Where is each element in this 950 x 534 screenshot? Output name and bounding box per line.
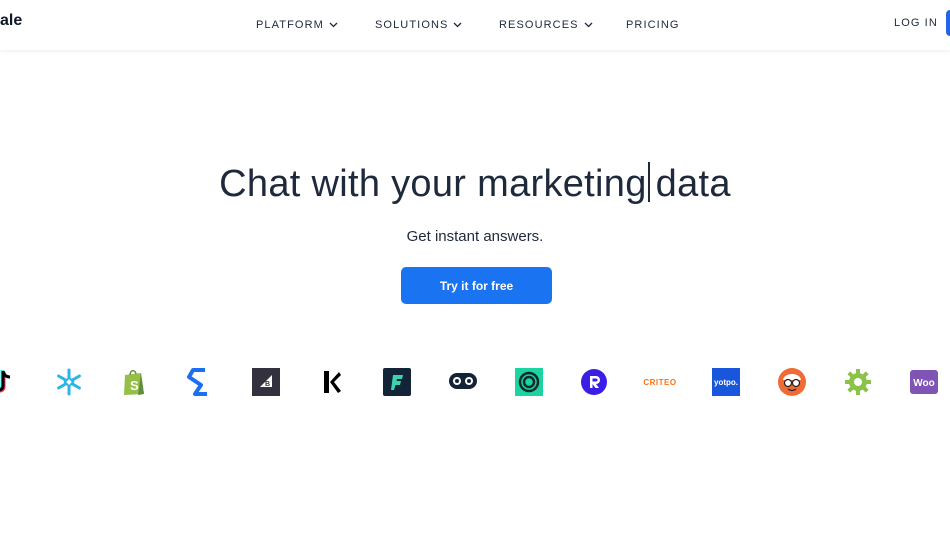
hootsuite-icon [447,364,479,400]
login-link[interactable]: LOG IN [894,17,938,29]
nav-platform[interactable]: PLATFORM [256,19,338,31]
stackadapt-icon [183,364,215,400]
shopify-icon: S [118,364,150,400]
gear-icon [842,364,874,400]
woo-text: Woo [913,378,934,389]
headline-text: Chat with your marketing [219,163,647,205]
hero-headline: Chat with your marketing data [0,162,950,206]
funnel-icon [381,364,413,400]
woocommerce-icon: Woo [908,364,940,400]
chevron-down-icon [329,22,338,28]
nav-resources-label: RESOURCES [499,19,579,31]
yotpo-logo: yotpo. [710,364,742,400]
nav-solutions-label: SOLUTIONS [375,19,449,31]
tiktok-icon [0,364,18,400]
klaviyo-icon [316,364,348,400]
circular-icon [513,364,545,400]
svg-text:B: B [265,381,270,388]
try-for-free-button[interactable]: Try it for free [401,267,552,304]
hero-subheadline: Get instant answers. [406,228,544,245]
criteo-text: CRITEO [643,377,677,387]
yotpo-text: yotpo. [714,378,738,387]
top-navbar: ale PLATFORM SOLUTIONS RESOURCES PRICING… [0,0,950,50]
nav-pricing[interactable]: PRICING [626,19,680,31]
signup-button-edge[interactable] [946,10,950,36]
nav-solutions[interactable]: SOLUTIONS [375,19,462,31]
chevron-down-icon [454,22,462,28]
snowflake-icon [53,364,85,400]
nav-resources[interactable]: RESOURCES [499,19,593,31]
chevron-down-icon [584,22,593,28]
integration-logos: S B CRITEO yotpo. Woo [0,364,950,400]
typing-cursor [647,162,650,202]
rakuten-icon [578,364,610,400]
bigcommerce-icon: B [250,364,282,400]
brand-logo[interactable]: ale [0,12,22,30]
nav-platform-label: PLATFORM [256,19,324,31]
lemlist-icon [776,364,808,400]
svg-text:S: S [130,378,139,393]
headline-rotating-word: data [655,163,731,205]
criteo-logo: CRITEO [640,364,680,400]
